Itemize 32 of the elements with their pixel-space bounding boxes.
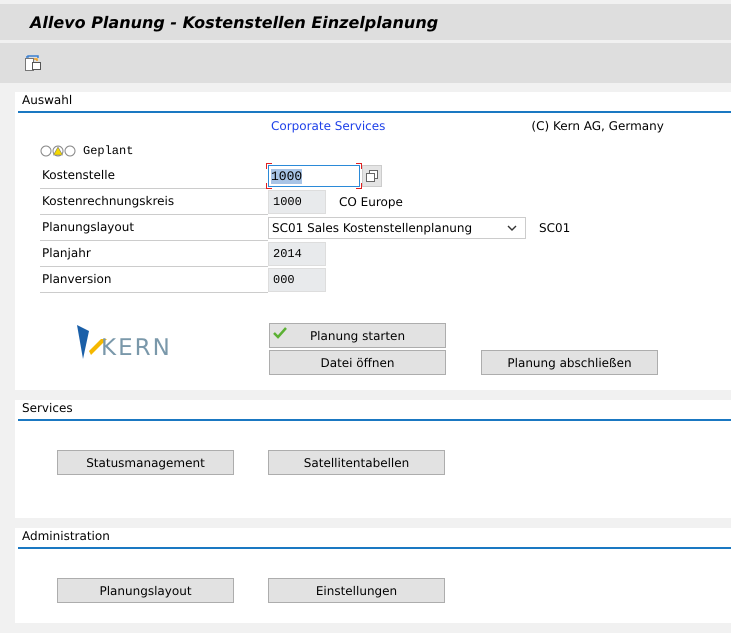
copy-icon [24,54,42,72]
section-title: Administration [22,529,110,543]
corporate-services-link[interactable]: Corporate Services [271,119,386,133]
status-text: Geplant [83,144,134,158]
button[interactable]: Planung abschließen [481,350,658,375]
window-title: Allevo Planung - Kostenstellen Einzelplanung [30,12,438,32]
input-field[interactable]: 1000 [268,165,360,187]
field-label: Planjahr [40,241,268,267]
copyright-text: (C) Kern AG, Germany [531,119,664,133]
section-title: Auswahl [22,93,72,107]
display-field: 000 [268,268,326,292]
check-icon [273,327,287,339]
button[interactable]: Datei öffnen [269,350,446,375]
field-note: SC01 [539,221,570,235]
field-label: Planversion [40,267,268,293]
button[interactable]: Einstellungen [268,578,445,603]
button[interactable]: Planungslayout [57,578,234,603]
value-help-button[interactable] [362,165,382,187]
copy-icon [366,170,378,182]
field-label: Kostenrechnungskreis [40,189,268,215]
field-label: Kostenstelle [40,163,268,189]
display-field: 1000 [268,190,326,214]
kern-logo: KERN [77,325,269,359]
button[interactable]: Satellitentabellen [268,450,445,475]
section-title: Services [22,401,73,415]
display-field: 2014 [268,242,326,266]
dropdown-field[interactable]: SC01 Sales Kostenstellenplanung [268,217,526,239]
field-label: Planungslayout [40,215,268,241]
field-note: CO Europe [339,195,403,209]
chevron-down-icon [507,225,517,231]
button[interactable]: Planung starten [269,323,446,348]
button[interactable]: Statusmanagement [57,450,234,475]
